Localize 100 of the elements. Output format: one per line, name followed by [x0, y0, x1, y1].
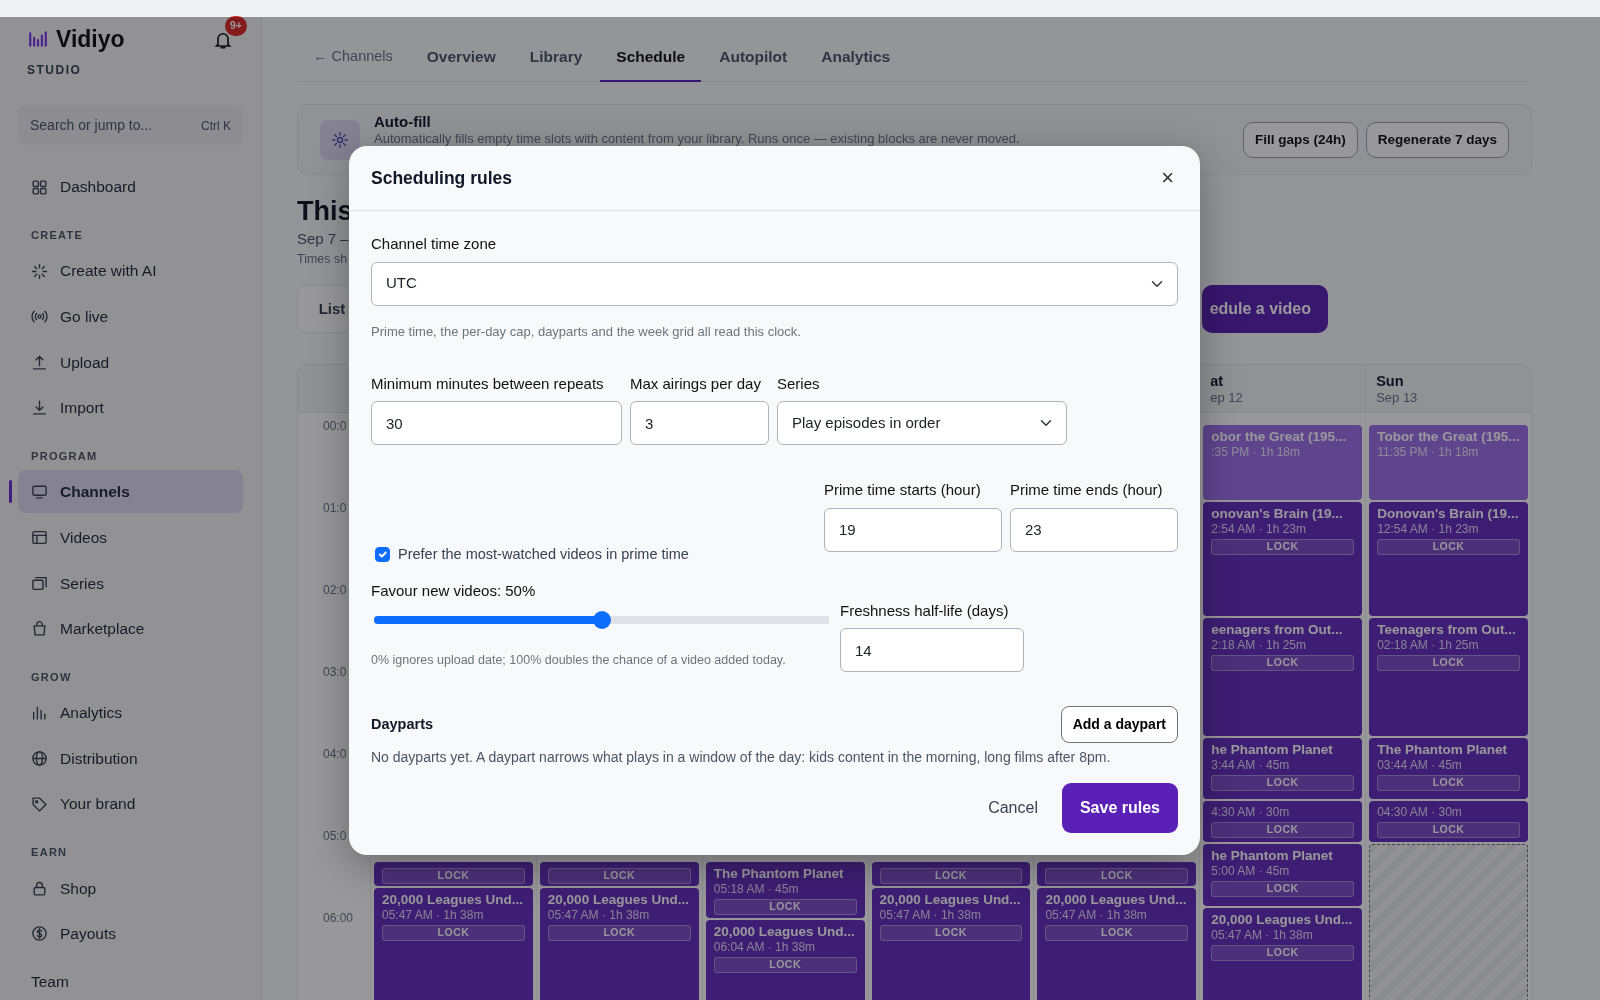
tab[interactable]: Schedule [600, 35, 702, 83]
hour-label: 03:0 [323, 664, 347, 679]
program-title: 20,000 Leagues Und... [547, 891, 690, 908]
sidebar-item[interactable]: Distribution [18, 736, 243, 780]
checkbox[interactable] [375, 547, 390, 563]
close-button[interactable]: × [1157, 167, 1178, 189]
grid-icon [31, 178, 48, 196]
sidebar-item[interactable]: Your brand [18, 782, 243, 826]
bell-icon [213, 30, 233, 50]
dollar-icon [31, 925, 48, 943]
program-block[interactable]: 20,000 Leagues Und... 05:47 AM · 1h 38m LOCK [871, 887, 1031, 1000]
program-time: 02:18 AM · 1h 25m [1377, 637, 1480, 653]
section-label: CREATE [31, 228, 84, 244]
sidebar-item[interactable]: Dashboard [18, 165, 243, 209]
program-title: The Phantom Planet [713, 865, 845, 882]
slider-thumb[interactable] [592, 611, 611, 629]
sidebar-item[interactable]: Marketplace [18, 607, 243, 651]
input-field[interactable]: 23 [1010, 507, 1178, 552]
program-block[interactable]: eenagers from Out... 2:18 AM · 1h 25m LOCK [1203, 617, 1363, 736]
day-name: at [1210, 372, 1225, 391]
program-block[interactable]: he Phantom Planet 5:00 AM · 45m LOCK [1203, 843, 1363, 906]
input-field[interactable]: 3 [630, 401, 769, 445]
sidebar-item[interactable]: Payouts [18, 912, 243, 956]
cancel-button[interactable]: Cancel [972, 784, 1054, 832]
select-field[interactable]: UTC [371, 261, 1178, 306]
stack-icon [31, 574, 48, 592]
program-block[interactable]: The Phantom Planet 05:18 AM · 45m LOCK [705, 861, 865, 918]
program-time: 05:47 AM · 1h 38m [1045, 907, 1148, 923]
program-time: 2:54 AM · 1h 23m [1211, 521, 1307, 537]
add-daypart-button[interactable]: Add a daypart [1060, 706, 1178, 743]
hour-label: 04:0 [323, 746, 347, 761]
program-block[interactable]: Tobor the Great (195... 11:35 PM · 1h 18m [1369, 424, 1528, 500]
program-block[interactable]: 20,000 Leagues Und... 06:04 AM · 1h 38m LOCK [705, 919, 865, 1000]
sidebar-item[interactable]: Shop [18, 866, 243, 910]
program-block[interactable]: he Phantom Planet 3:44 AM · 45m LOCK [1203, 737, 1363, 799]
program-block[interactable]: 20,000 Leagues Und... 05:47 AM · 1h 38m LOCK [374, 887, 533, 1000]
program-time: 05:47 AM · 1h 38m [1211, 927, 1314, 943]
sidebar-item[interactable]: Go live [18, 295, 243, 339]
program-block[interactable]: 20,000 Leagues Und... 05:47 AM · 1h 38m LOCK [1037, 887, 1197, 1000]
input-field[interactable]: 19 [824, 507, 1002, 552]
program-time: 05:47 AM · 1h 38m [879, 907, 982, 923]
section-title: Dayparts [371, 714, 434, 734]
checkbox-label: Prefer the most-watched videos in prime time [398, 544, 689, 564]
lock-icon [31, 879, 48, 897]
program-block[interactable]: LOCK [374, 861, 533, 886]
program-time: 04:30 AM · 30m [1377, 804, 1463, 820]
program-time: 11:35 PM · 1h 18m [1377, 444, 1480, 460]
program-block[interactable]: 20,000 Leagues Und... 05:47 AM · 1h 38m LOCK [1203, 907, 1363, 1000]
field-label: Minimum minutes between repeats [371, 373, 605, 394]
select-field[interactable]: Play episodes in order [777, 401, 1067, 445]
program-block[interactable]: Teenagers from Out... 02:18 AM · 1h 25m LOCK [1369, 617, 1528, 736]
program-block[interactable]: LOCK [871, 861, 1031, 886]
monitor-icon [31, 483, 48, 501]
back-link[interactable]: ← Channels [297, 35, 409, 83]
program-block[interactable]: The Phantom Planet 03:44 AM · 45m LOCK [1369, 737, 1528, 799]
program-time: :35 PM · 1h 18m [1211, 444, 1301, 460]
globe-icon [31, 749, 48, 767]
program-title: 20,000 Leagues Und... [1045, 891, 1188, 908]
sidebar-item[interactable]: Import [18, 386, 243, 430]
action-button[interactable]: Regenerate 7 days [1365, 121, 1509, 158]
field-label: Prime time ends (hour) [1010, 480, 1164, 500]
program-block[interactable]: LOCK [539, 861, 699, 886]
tag-icon [31, 795, 48, 813]
hour-label: 01:0 [323, 500, 347, 515]
tab[interactable]: Library [513, 35, 599, 83]
window-icon [31, 529, 48, 547]
program-title: he Phantom Planet [1211, 741, 1334, 758]
schedule-button[interactable]: edule a video [1201, 284, 1328, 333]
tab[interactable]: Overview [410, 35, 512, 83]
program-time: 05:47 AM · 1h 38m [547, 907, 651, 923]
sidebar-item[interactable]: Videos [18, 516, 243, 560]
program-title: Tobor the Great (195... [1377, 428, 1520, 445]
sidebar-item[interactable]: Upload [18, 340, 243, 384]
program-title: he Phantom Planet [1211, 847, 1334, 864]
program-block[interactable]: LOCK [1037, 861, 1197, 886]
program-block[interactable]: 4:30 AM · 30m LOCK [1203, 800, 1363, 842]
program-block[interactable]: 20,000 Leagues Und... 05:47 AM · 1h 38m LOCK [539, 887, 699, 1000]
timezone-note: Times sh [297, 251, 348, 269]
program-time: 06:04 AM · 1h 38m [713, 939, 817, 955]
field-label: Prime time starts (hour) [824, 480, 982, 500]
tab[interactable]: Autopilot [703, 35, 804, 83]
field-label: Series [777, 373, 821, 394]
program-block[interactable]: onovan's Brain (19... 2:54 AM · 1h 23m LOCK [1203, 501, 1363, 616]
view-toggle[interactable]: List [297, 284, 349, 334]
sidebar-item[interactable]: Analytics [18, 691, 243, 735]
empty-message: No dayparts yet. A daypart narrows what plays in a window of the day: kids content in the morning, long films after 8pm. [371, 748, 1111, 767]
input-field[interactable]: 14 [840, 628, 1024, 672]
program-block[interactable]: Donovan's Brain (19... 12:54 AM · 1h 23m LOCK [1369, 501, 1528, 616]
dialog-title: Scheduling rules [371, 167, 512, 189]
sidebar-item[interactable]: Create with AI [18, 249, 243, 293]
save-button[interactable]: Save rules [1061, 783, 1178, 833]
tab[interactable]: Analytics [805, 35, 907, 83]
bag-icon [31, 620, 48, 638]
program-block[interactable]: obor the Great (195... :35 PM · 1h 18m [1203, 424, 1363, 500]
sidebar-item[interactable]: Series [18, 561, 243, 605]
sidebar-item[interactable]: Team [31, 969, 69, 994]
program-block[interactable]: 04:30 AM · 30m LOCK [1369, 800, 1528, 842]
action-button[interactable]: Fill gaps (24h) [1242, 121, 1358, 158]
input-field[interactable]: 30 [371, 401, 622, 445]
program-time: 2:18 AM · 1h 25m [1211, 637, 1307, 653]
